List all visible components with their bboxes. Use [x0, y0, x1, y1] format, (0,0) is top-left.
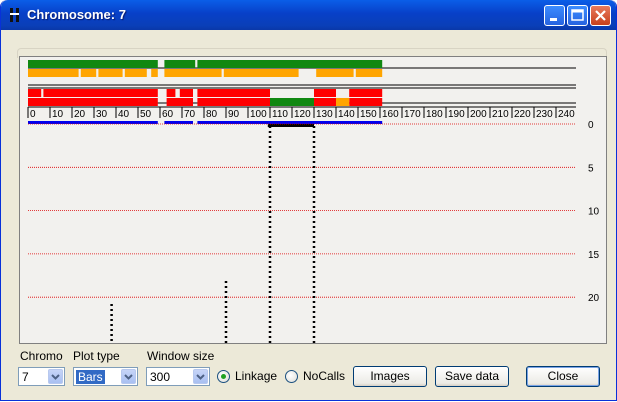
- chromo-label: Chromo: [20, 349, 63, 363]
- maximize-button[interactable]: [567, 5, 588, 26]
- chromosome-window: Chromosome: 7 0 10 20 30 40 50 60 70 80 90 100 110 1…: [0, 0, 617, 401]
- ruler-tick-label: 30: [96, 109, 108, 120]
- plot-type-value: Bars: [76, 370, 105, 384]
- radio-dot: [221, 374, 226, 379]
- nocalls-label[interactable]: NoCalls: [303, 369, 345, 383]
- ruler-tick-label: 90: [228, 109, 240, 120]
- chevron-down-icon[interactable]: [48, 369, 63, 384]
- window-size-label: Window size: [147, 349, 215, 363]
- red-segment: [179, 89, 193, 97]
- window-size-select[interactable]: 300: [146, 367, 210, 386]
- minimize-button[interactable]: [544, 5, 565, 26]
- window-size-value: 300: [150, 370, 171, 384]
- red-segment: [197, 89, 270, 97]
- chromo-select[interactable]: 7: [18, 367, 65, 386]
- ruler-tick-label: 10: [52, 109, 64, 120]
- ruler-tick-label: 230: [536, 109, 553, 120]
- orange-segment: [223, 69, 299, 77]
- ruler-tick-label: 210: [492, 109, 509, 120]
- ruler-tick-label: 110: [272, 109, 288, 120]
- coverage-segment: [28, 121, 158, 124]
- ruler-tick-label: 130: [316, 109, 333, 120]
- ruler-tick-label: 60: [162, 109, 174, 120]
- close-button[interactable]: Close: [526, 366, 600, 387]
- y-tick-label: 0: [588, 120, 594, 131]
- ruler-tick-label: 50: [140, 109, 152, 120]
- y-tick-label: 15: [588, 250, 600, 261]
- orange-segment: [151, 69, 158, 77]
- green-segment: [270, 98, 314, 106]
- ruler-tick-label: 180: [426, 109, 443, 120]
- green-segment: [164, 60, 196, 68]
- close-icon: [595, 10, 606, 21]
- nocalls-radio[interactable]: [285, 370, 298, 383]
- ruler-tick-label: 240: [558, 109, 575, 120]
- ruler-tick-label: 40: [118, 109, 130, 120]
- ruler-tick-label: 80: [206, 109, 218, 120]
- plot-type-label: Plot type: [73, 349, 120, 363]
- ruler-tick-label: 170: [404, 109, 421, 120]
- orange-segment: [28, 69, 79, 77]
- coverage-segment: [164, 121, 193, 124]
- ruler-tick-label: 190: [448, 109, 465, 120]
- coverage-segment: [267, 124, 314, 127]
- orange-segment: [316, 69, 354, 77]
- orange-segment: [336, 98, 350, 106]
- red-segment: [349, 89, 383, 97]
- red-segment: [43, 89, 158, 97]
- title-bar[interactable]: Chromosome: 7: [1, 0, 616, 30]
- ruler-tick-label: 120: [294, 109, 311, 120]
- ruler-tick-label: 150: [360, 109, 377, 120]
- ruler-tick-label: 100: [250, 109, 267, 120]
- ruler-tick-label: 140: [338, 109, 355, 120]
- ruler-tick-label: 160: [382, 109, 399, 120]
- green-segment: [28, 60, 158, 68]
- orange-segment: [98, 69, 123, 77]
- y-tick-label: 20: [588, 293, 600, 304]
- red-segment: [197, 98, 270, 106]
- ruler-tick-label: 70: [184, 109, 196, 120]
- maximize-icon: [571, 9, 584, 21]
- minimize-icon: [550, 18, 557, 21]
- ruler-tick-label: 0: [30, 109, 36, 120]
- ruler-tick-label: 200: [470, 109, 487, 120]
- chevron-down-icon[interactable]: [193, 369, 208, 384]
- chromosome-plot[interactable]: 0 10 20 30 40 50 60 70 80 90 100 110 120 130 140 150 160…: [19, 58, 607, 344]
- coverage-segment: [197, 121, 383, 124]
- red-segment: [28, 89, 42, 97]
- red-segment: [166, 98, 193, 106]
- y-tick-label: 5: [588, 163, 594, 174]
- red-segment: [28, 98, 158, 106]
- chevron-down-icon[interactable]: [121, 369, 136, 384]
- chromosome-icon: [10, 8, 19, 22]
- save-data-button[interactable]: Save data: [435, 366, 509, 387]
- client-area: 0 10 20 30 40 50 60 70 80 90 100 110 120 130 140 150 160…: [9, 36, 607, 392]
- green-segment: [197, 60, 383, 68]
- orange-segment: [164, 69, 222, 77]
- images-button[interactable]: Images: [353, 366, 427, 387]
- red-segment: [349, 98, 383, 106]
- orange-segment: [124, 69, 147, 77]
- linkage-label[interactable]: Linkage: [235, 369, 277, 383]
- window-title: Chromosome: 7: [27, 7, 126, 22]
- red-segment: [314, 89, 336, 97]
- close-window-button[interactable]: [590, 5, 611, 26]
- orange-segment: [355, 69, 383, 77]
- y-tick-label: 10: [588, 207, 600, 218]
- chromo-value: 7: [22, 370, 29, 384]
- red-segment: [314, 98, 336, 106]
- red-segment: [166, 89, 176, 97]
- ruler-tick-label: 220: [514, 109, 531, 120]
- linkage-radio[interactable]: [217, 370, 230, 383]
- ruler-tick-label: 20: [74, 109, 86, 120]
- orange-segment: [80, 69, 97, 77]
- plot-type-select[interactable]: Bars: [73, 367, 138, 386]
